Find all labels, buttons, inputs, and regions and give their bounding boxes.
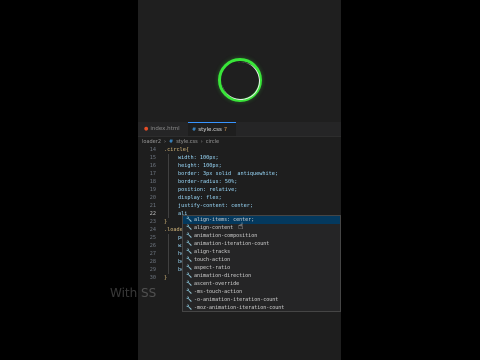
suggestion-item[interactable]: 🔧 touch-action xyxy=(183,256,340,264)
breadcrumb-folder[interactable]: loader2 xyxy=(142,139,161,145)
wrench-icon: 🔧 xyxy=(186,273,193,279)
code-text: border: 3px solid antiquewhite; xyxy=(178,171,278,177)
suggestion-item[interactable]: 🔧 -moz-animation-iteration-count xyxy=(183,304,340,312)
wrench-icon: 🔧 xyxy=(186,225,193,231)
code-line: 21 justify-content: center; xyxy=(149,203,253,209)
suggestion-item[interactable]: 🔧 -o-animation-iteration-count xyxy=(183,296,340,304)
chevron-right-icon: › xyxy=(200,139,203,145)
browser-preview xyxy=(138,0,341,122)
tab-label: index.html xyxy=(150,126,180,132)
css-icon: # xyxy=(169,139,174,145)
code-line: 15 width: 100px; xyxy=(149,155,219,161)
code-line: 14 .circle{ xyxy=(149,147,189,153)
suggestion-item[interactable]: 🔧 animation-iteration-count xyxy=(183,240,340,248)
suggestion-item[interactable]: 🔧 animation-composition xyxy=(183,232,340,240)
code-text: } xyxy=(164,219,168,225)
chevron-right-icon: › xyxy=(164,139,166,145)
wrench-icon: 🔧 xyxy=(186,241,193,247)
code-text: position: relative; xyxy=(178,187,238,193)
code-line: 20 display: flex; xyxy=(149,195,222,201)
code-text: .circle{ xyxy=(164,147,189,153)
breadcrumb-file[interactable]: style.css xyxy=(176,139,198,145)
code-line: 19 position: relative; xyxy=(149,187,238,193)
wrench-icon: 🔧 xyxy=(186,297,193,303)
code-text: height: 100px; xyxy=(178,163,222,169)
code-line: 16 height: 100px; xyxy=(149,163,222,169)
suggestion-item[interactable]: 🔧 align-items: center; xyxy=(183,216,340,224)
wrench-icon: 🔧 xyxy=(186,233,193,239)
watermark: With SS xyxy=(110,286,157,300)
code-line: 17 border: 3px solid antiquewhite; xyxy=(149,171,278,177)
html-icon: ● xyxy=(144,126,149,132)
wrench-icon: 🔧 xyxy=(186,265,193,271)
wrench-icon: 🔧 xyxy=(186,281,193,287)
mouse-pointer-icon: ☝ xyxy=(238,222,244,232)
wrench-icon: 🔧 xyxy=(186,217,193,223)
suggestion-item[interactable]: 🔧 animation-direction xyxy=(183,272,340,280)
editor-tab-bar: ● index.html # style.css 7 xyxy=(138,122,341,137)
css-icon: # xyxy=(192,126,197,133)
video-frame: ● index.html # style.css 7 loader2 › # s… xyxy=(138,0,341,360)
wrench-icon: 🔧 xyxy=(186,305,193,311)
breadcrumb-symbol[interactable]: circle xyxy=(206,139,219,145)
wrench-icon: 🔧 xyxy=(186,249,193,255)
code-text: width: 100px; xyxy=(178,155,219,161)
suggestion-item[interactable]: 🔧 align-content xyxy=(183,224,340,232)
suggestion-item[interactable]: 🔧 -ms-touch-action xyxy=(183,288,340,296)
tab-style-css[interactable]: # style.css 7 xyxy=(188,122,236,136)
suggestion-item[interactable]: 🔧 aspect-ratio xyxy=(183,264,340,272)
tab-index-html[interactable]: ● index.html xyxy=(140,122,186,136)
tab-label: style.css xyxy=(198,126,222,133)
problem-count: 7 xyxy=(223,126,228,133)
wrench-icon: 🔧 xyxy=(186,289,193,295)
code-text: } xyxy=(164,275,168,281)
autocomplete-suggestions[interactable]: 🔧 align-items: center; 🔧 align-content 🔧 an… xyxy=(182,215,341,312)
code-text: display: flex; xyxy=(178,195,222,201)
code-line: 18 border-radius: 50%; xyxy=(149,179,238,185)
code-text: justify-content: center; xyxy=(178,203,253,209)
suggestion-item[interactable]: 🔧 align-tracks xyxy=(183,248,340,256)
wrench-icon: 🔧 xyxy=(186,257,193,263)
code-text: border-radius: 50%; xyxy=(178,179,238,185)
suggestion-item[interactable]: 🔧 ascent-override xyxy=(183,280,340,288)
